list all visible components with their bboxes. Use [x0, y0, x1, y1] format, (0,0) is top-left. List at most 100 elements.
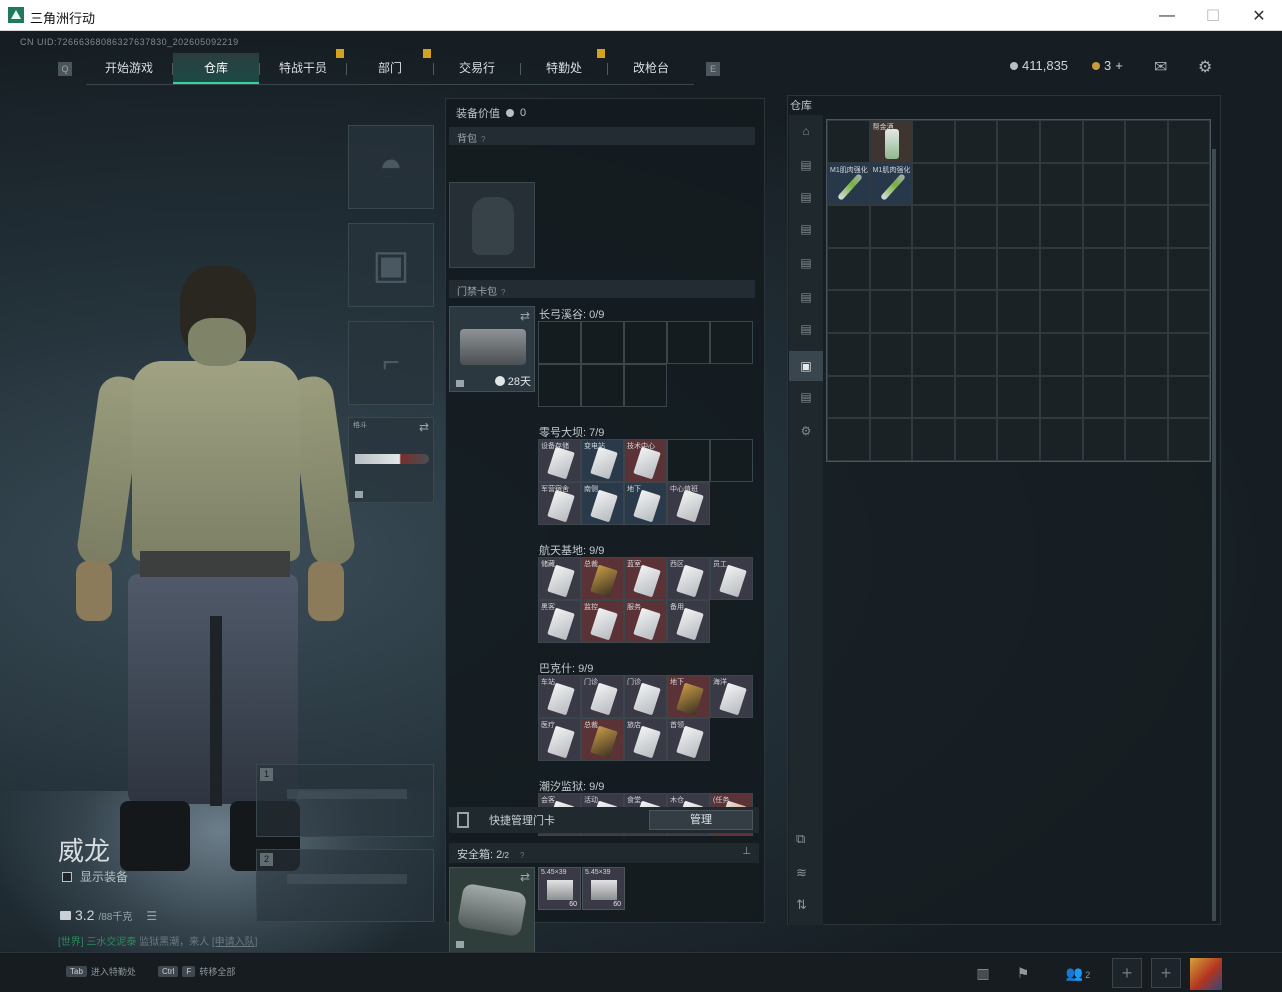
storage-cell[interactable] [1167, 418, 1211, 461]
storage-sort-icon[interactable]: ⧉ [796, 831, 805, 847]
nav-next-key-icon[interactable]: E [706, 62, 720, 76]
keycard-item[interactable]: 中心值班 [667, 482, 710, 525]
storage-cell[interactable] [1039, 205, 1083, 248]
storage-page-3-icon[interactable]: ▤ [796, 219, 816, 239]
chat-preview[interactable]: [世界] 三水交泥泰 监狱黑潮，来人 [申请入队] [58, 933, 257, 948]
keycard-item[interactable]: 变电站 [581, 439, 624, 482]
storage-cell[interactable] [997, 418, 1040, 461]
storage-cell[interactable] [1167, 120, 1211, 163]
storage-cell[interactable] [954, 418, 998, 461]
storage-cell[interactable] [912, 375, 955, 419]
keycard-item[interactable]: 储藏 [538, 557, 581, 600]
close-button[interactable]: ✕ [1236, 0, 1282, 31]
storage-cell[interactable] [869, 205, 913, 248]
keycard-item[interactable]: 地下 [624, 482, 667, 525]
hotkey-transfer-all[interactable]: Ctrl F 转移全部 [158, 965, 235, 978]
stats-chart-icon[interactable]: ▥ [968, 961, 998, 985]
keycard-item[interactable]: 南侧 [581, 482, 624, 525]
storage-cell[interactable] [954, 332, 998, 376]
keycard-pack-slot[interactable]: ⇄ 28天 [449, 306, 535, 392]
melee-slot[interactable]: 格斗 ⇄ [348, 417, 434, 503]
storage-cell[interactable] [1167, 332, 1211, 376]
storage-cell[interactable] [912, 332, 955, 376]
storage-cell[interactable] [1125, 418, 1168, 461]
keycard-item[interactable]: 黑客 [538, 600, 581, 643]
storage-cell[interactable] [1039, 162, 1083, 206]
primary-weapon-slot-2[interactable]: 2 [256, 849, 434, 922]
keycard-item[interactable]: 门诊 [624, 675, 667, 718]
hotkey-special-ops[interactable]: Tab 进入特勤处 [66, 965, 136, 978]
flag-icon[interactable]: ⚑ [1008, 961, 1038, 985]
storage-cell[interactable] [1082, 205, 1126, 248]
storage-cell[interactable] [1167, 205, 1211, 248]
keycard-item[interactable]: 技术中心 [624, 439, 667, 482]
empty-keycard-cell[interactable] [667, 439, 710, 482]
storage-cell[interactable] [954, 205, 998, 248]
storage-cell[interactable] [912, 418, 955, 461]
keycard-item[interactable]: 医疗 [538, 718, 581, 761]
storage-cell[interactable] [827, 205, 870, 248]
storage-cell[interactable] [869, 375, 913, 419]
help-icon[interactable]: ? [481, 135, 485, 144]
armor-slot[interactable]: ▣ [348, 223, 434, 307]
safe-box-slot[interactable]: ⇄ [449, 867, 535, 953]
storage-page-4-icon[interactable]: ▤ [796, 253, 816, 273]
storage-cell[interactable] [1125, 332, 1168, 376]
keycard-item[interactable]: 海洋 [710, 675, 753, 718]
nav-tab-0[interactable]: 开始游戏 [86, 53, 172, 84]
storage-item[interactable]: M1肌肉强化 [869, 162, 913, 206]
keycard-item[interactable]: 门诊 [581, 675, 624, 718]
empty-keycard-cell[interactable] [581, 321, 624, 364]
storage-cell[interactable] [1125, 205, 1168, 248]
storage-cell[interactable] [1125, 120, 1168, 163]
storage-cell[interactable] [1125, 247, 1168, 291]
swap-icon[interactable]: ⇄ [520, 870, 530, 884]
helmet-slot[interactable]: ◓ [348, 125, 434, 209]
keycard-item[interactable]: 车站 [538, 675, 581, 718]
storage-cell[interactable] [1039, 418, 1083, 461]
storage-cell[interactable] [827, 332, 870, 376]
storage-cell[interactable] [1082, 418, 1126, 461]
storage-cell[interactable] [1125, 375, 1168, 419]
storage-transfer-icon[interactable]: ⇅ [796, 897, 807, 913]
storage-cell[interactable] [869, 290, 913, 333]
storage-cell[interactable] [1167, 375, 1211, 419]
storage-cell[interactable] [997, 332, 1040, 376]
storage-page-8-icon[interactable]: ▤ [796, 387, 816, 407]
keycard-item[interactable]: 设备存储 [538, 439, 581, 482]
storage-cell[interactable] [827, 290, 870, 333]
storage-cell[interactable] [1082, 120, 1126, 163]
storage-cell[interactable] [1167, 247, 1211, 291]
keycard-item[interactable]: 备用 [667, 600, 710, 643]
minimize-button[interactable]: — [1144, 0, 1190, 31]
storage-cell[interactable] [1167, 162, 1211, 206]
storage-page-6-icon[interactable]: ▤ [796, 319, 816, 339]
storage-cell[interactable] [912, 247, 955, 291]
storage-cell[interactable] [827, 375, 870, 419]
keycard-item[interactable]: 监控 [581, 600, 624, 643]
storage-item[interactable]: M1肌肉强化 [827, 162, 870, 206]
nav-prev-key-icon[interactable]: Q [58, 62, 72, 76]
storage-category-all-icon[interactable]: ⌂ [796, 121, 816, 141]
nav-tab-6[interactable]: 改枪台 [608, 53, 694, 84]
empty-keycard-cell[interactable] [624, 321, 667, 364]
storage-cell[interactable] [912, 162, 955, 206]
chat-join-team-link[interactable]: [申请入队] [212, 937, 258, 948]
storage-settings-icon[interactable]: ⚙ [796, 421, 816, 441]
empty-keycard-cell[interactable] [710, 439, 753, 482]
storage-cell[interactable] [954, 375, 998, 419]
friends-button[interactable]: 👥 2 [1058, 961, 1098, 985]
storage-cell[interactable] [1039, 375, 1083, 419]
keycard-item[interactable]: 员工 [710, 557, 753, 600]
gold-currency[interactable]: 3 + [1092, 58, 1123, 73]
storage-cell[interactable] [1039, 247, 1083, 291]
backpack-slot[interactable] [449, 182, 535, 268]
knife-item[interactable] [355, 454, 429, 464]
empty-keycard-cell[interactable] [710, 321, 753, 364]
storage-scrollbar[interactable] [1212, 149, 1216, 921]
storage-cell[interactable] [869, 332, 913, 376]
storage-cell[interactable] [869, 418, 913, 461]
mail-icon[interactable]: ✉ [1154, 57, 1167, 77]
keycard-item[interactable]: 西区 [667, 557, 710, 600]
storage-cell[interactable] [912, 120, 955, 163]
